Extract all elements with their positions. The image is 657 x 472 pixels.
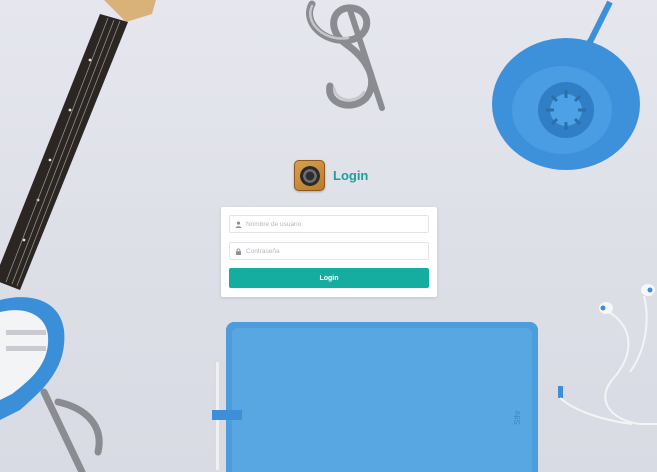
treble-clef-image [306,0,385,111]
password-field[interactable] [229,242,429,260]
username-field[interactable] [229,215,429,233]
login-form: Login [221,207,437,297]
guitar-image [0,0,156,420]
page-title: Login [333,168,369,183]
svg-text:Sthr: Sthr [513,410,522,425]
desk-lamp-image [492,0,640,170]
password-input[interactable] [246,247,426,255]
login-button[interactable]: Login [229,268,429,288]
login-page: Sthr Login Nombre de usuario Login [0,0,657,472]
lock-icon [230,248,246,255]
username-input[interactable] [246,220,426,228]
earphones-image [558,284,657,425]
login-header: Login [294,160,368,191]
notebook-image: Sthr [212,322,538,472]
music-note-image [40,388,103,472]
user-icon [230,220,246,228]
speaker-icon [294,160,325,191]
